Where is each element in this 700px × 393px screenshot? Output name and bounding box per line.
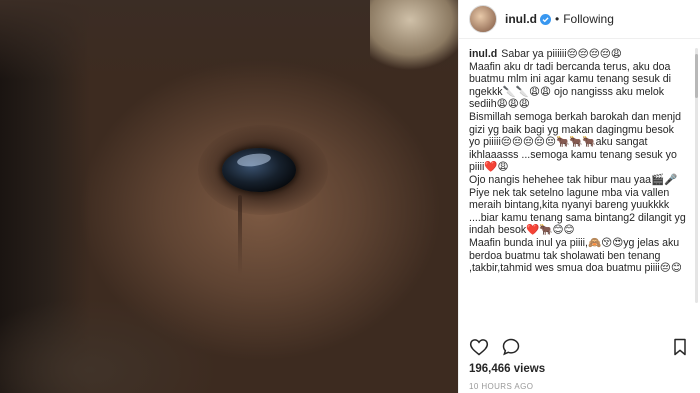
separator-dot: • [555, 12, 560, 26]
verified-badge-icon [540, 13, 551, 25]
cow-snout [0, 250, 250, 393]
caption-line: Maafin bunda inul ya piiii,🙈😚😍yg jelas a… [469, 236, 682, 275]
avatar[interactable] [469, 5, 497, 33]
view-count: 196,466 views [469, 363, 546, 375]
post-side-panel: inul.d • Following inul.d Sabar ya piiiii… [458, 0, 700, 393]
caption-line: Bismillah semoga berkah barokah dan menj… [469, 110, 681, 174]
heart-icon[interactable] [469, 337, 489, 357]
cow-horn [370, 0, 458, 90]
caption-line: Sabar ya piiiiii😔😔😔😔😩 [501, 48, 622, 60]
caption-line: Maafin aku dr tadi bercanda terus, aku d… [469, 60, 671, 111]
tear-streak [238, 195, 242, 275]
post-header: inul.d • Following [459, 0, 700, 39]
post-caption: inul.d Sabar ya piiiiii😔😔😔😔😩 Maafin aku d… [469, 48, 696, 275]
comments-scrollbar[interactable] [695, 48, 698, 303]
instagram-post: inul.d • Following inul.d Sabar ya piiiii… [0, 0, 700, 393]
following-button[interactable]: Following [563, 12, 614, 26]
caption-username[interactable]: inul.d [469, 48, 497, 60]
username[interactable]: inul.d [505, 12, 537, 26]
scrollbar-thumb[interactable] [695, 54, 698, 98]
comment-icon[interactable] [501, 337, 521, 357]
post-timestamp: 10 HOURS AGO [469, 382, 534, 391]
bookmark-icon[interactable] [670, 337, 690, 357]
caption-line: Ojo nangis hehehee tak hibur mau yaa🎬🎤 [469, 173, 678, 186]
post-actions [469, 336, 690, 358]
post-video[interactable] [0, 0, 458, 393]
comments-section[interactable]: inul.d Sabar ya piiiiii😔😔😔😔😩 Maafin aku d… [459, 48, 700, 326]
caption-line: Piye nek tak setelno lagune mba via vall… [469, 186, 686, 237]
